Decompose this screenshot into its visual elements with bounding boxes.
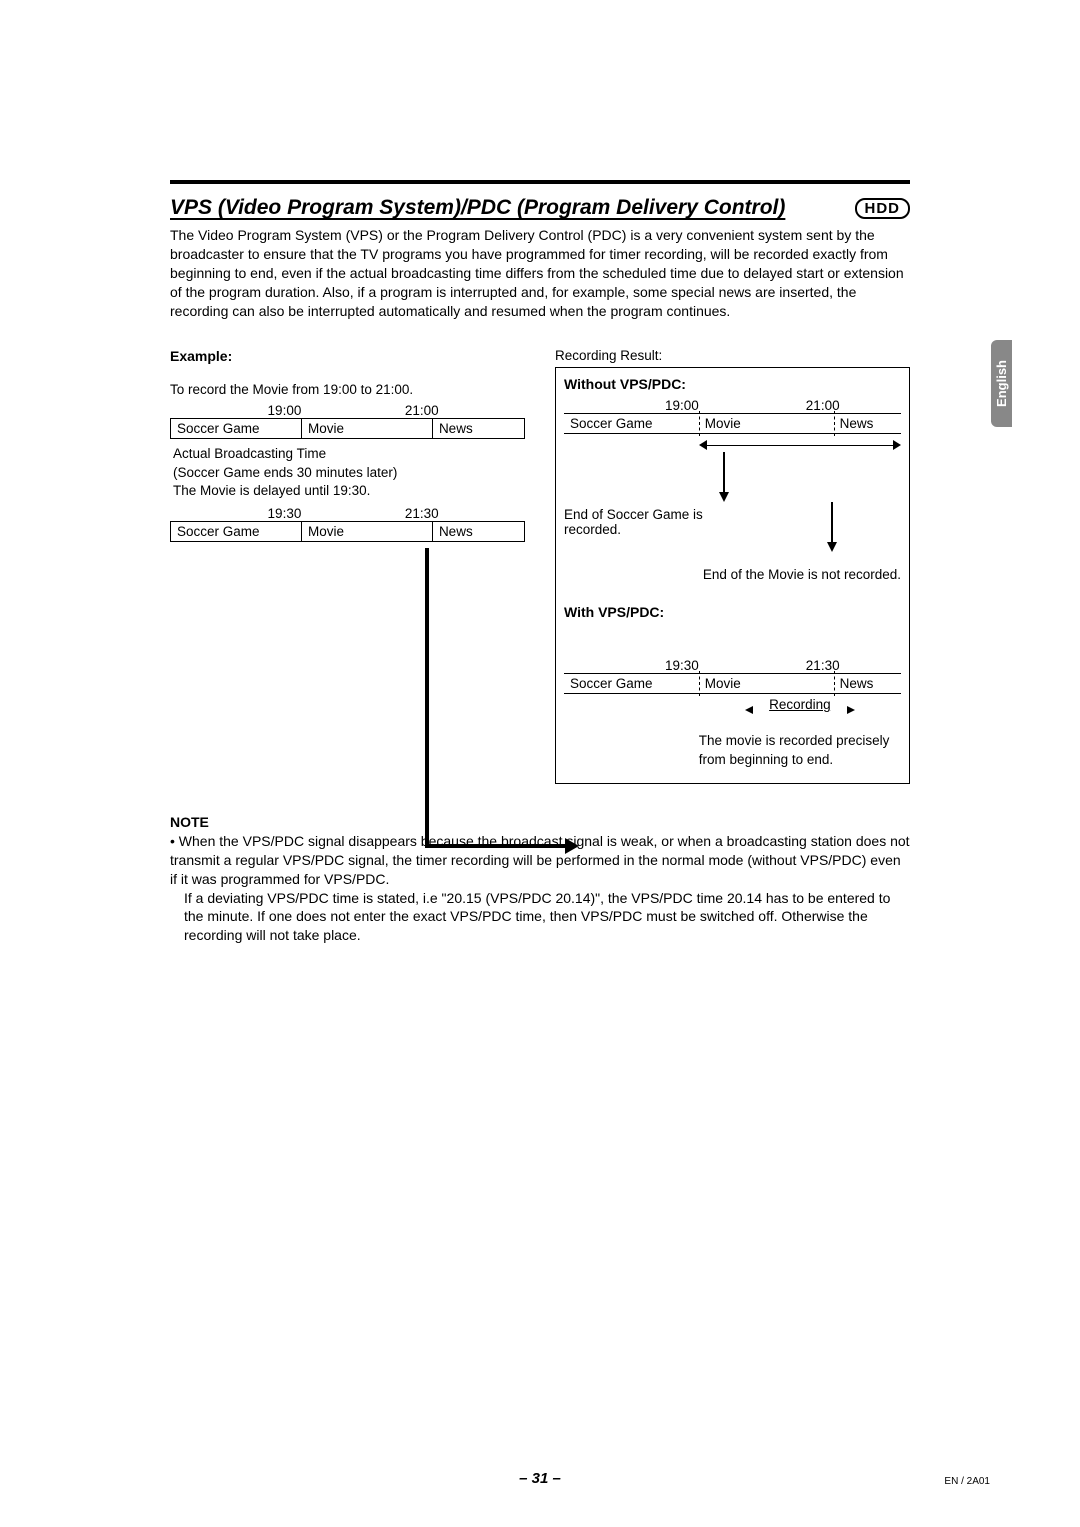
time-label: 19:30 xyxy=(564,658,705,673)
program-cell: Movie xyxy=(699,674,834,694)
time-label: 19:00 xyxy=(564,398,705,413)
footer-code: EN / 2A01 xyxy=(944,1476,990,1487)
hdd-badge: HDD xyxy=(855,198,911,219)
recording-label: Recording xyxy=(749,697,851,712)
without-heading: Without VPS/PDC: xyxy=(564,376,901,392)
time-label: 21:00 xyxy=(705,398,846,413)
without-programs-table: Soccer Game Movie News xyxy=(564,413,901,434)
scheduled-programs-table: Soccer Game Movie News xyxy=(170,418,525,439)
precise-text: The movie is recorded precisely from beg… xyxy=(699,732,901,768)
language-tab: English xyxy=(991,340,1012,427)
program-cell: Movie xyxy=(699,414,834,434)
without-times: 19:00 21:00 xyxy=(564,398,901,413)
end-movie-text: End of the Movie is not recorded. xyxy=(703,567,901,582)
program-cell: Soccer Game xyxy=(564,414,699,434)
program-cell: Soccer Game xyxy=(171,522,302,542)
example-column: Example: To record the Movie from 19:00 … xyxy=(170,348,525,783)
program-cell: Soccer Game xyxy=(564,674,699,694)
time-label: 21:00 xyxy=(307,403,444,418)
recording-span-arrow xyxy=(564,438,901,452)
program-cell: News xyxy=(834,674,901,694)
note-item: When the VPS/PDC signal disappears becau… xyxy=(170,832,910,889)
intro-paragraph: The Video Program System (VPS) or the Pr… xyxy=(170,226,910,320)
program-cell: Soccer Game xyxy=(171,419,302,439)
note-section: NOTE When the VPS/PDC signal disappears … xyxy=(170,814,910,945)
scheduled-times: 19:00 21:00 xyxy=(170,403,525,418)
end-soccer-text: End of Soccer Game is recorded. xyxy=(564,507,749,537)
result-label: Recording Result: xyxy=(555,348,910,363)
note-heading: NOTE xyxy=(170,814,910,830)
actual-programs-table: Soccer Game Movie News xyxy=(170,521,525,542)
program-cell: News xyxy=(432,419,524,439)
top-rule xyxy=(170,180,910,184)
with-heading: With VPS/PDC: xyxy=(564,604,901,620)
result-box: Without VPS/PDC: 19:00 21:00 Soccer Game… xyxy=(555,367,910,783)
actual-broadcast-text: Actual Broadcasting Time (Soccer Game en… xyxy=(173,445,525,500)
time-label: 19:30 xyxy=(170,506,307,521)
example-label: Example: xyxy=(170,348,525,364)
time-label: 19:00 xyxy=(170,403,307,418)
actual-line: Actual Broadcasting Time xyxy=(173,445,525,463)
down-arrow-icon xyxy=(719,492,729,502)
note-item: If a deviating VPS/PDC time is stated, i… xyxy=(184,889,910,946)
actual-line: (Soccer Game ends 30 minutes later) xyxy=(173,464,525,482)
program-cell: News xyxy=(834,414,901,434)
with-times: 19:30 21:30 xyxy=(564,658,901,673)
actual-line: The Movie is delayed until 19:30. xyxy=(173,482,525,500)
record-line: To record the Movie from 19:00 to 21:00. xyxy=(170,382,525,397)
program-cell: News xyxy=(432,522,524,542)
page-body: VPS (Video Program System)/PDC (Program … xyxy=(170,180,910,945)
program-cell: Movie xyxy=(301,522,432,542)
page-number: – 31 – xyxy=(0,1470,1080,1487)
result-column: Recording Result: Without VPS/PDC: 19:00… xyxy=(555,348,910,783)
time-label: 21:30 xyxy=(307,506,444,521)
actual-times: 19:30 21:30 xyxy=(170,506,525,521)
time-label: 21:30 xyxy=(705,658,846,673)
section-title: VPS (Video Program System)/PDC (Program … xyxy=(170,196,843,220)
down-arrow-icon xyxy=(827,542,837,552)
with-programs-table: Soccer Game Movie News xyxy=(564,673,901,694)
program-cell: Movie xyxy=(301,419,432,439)
